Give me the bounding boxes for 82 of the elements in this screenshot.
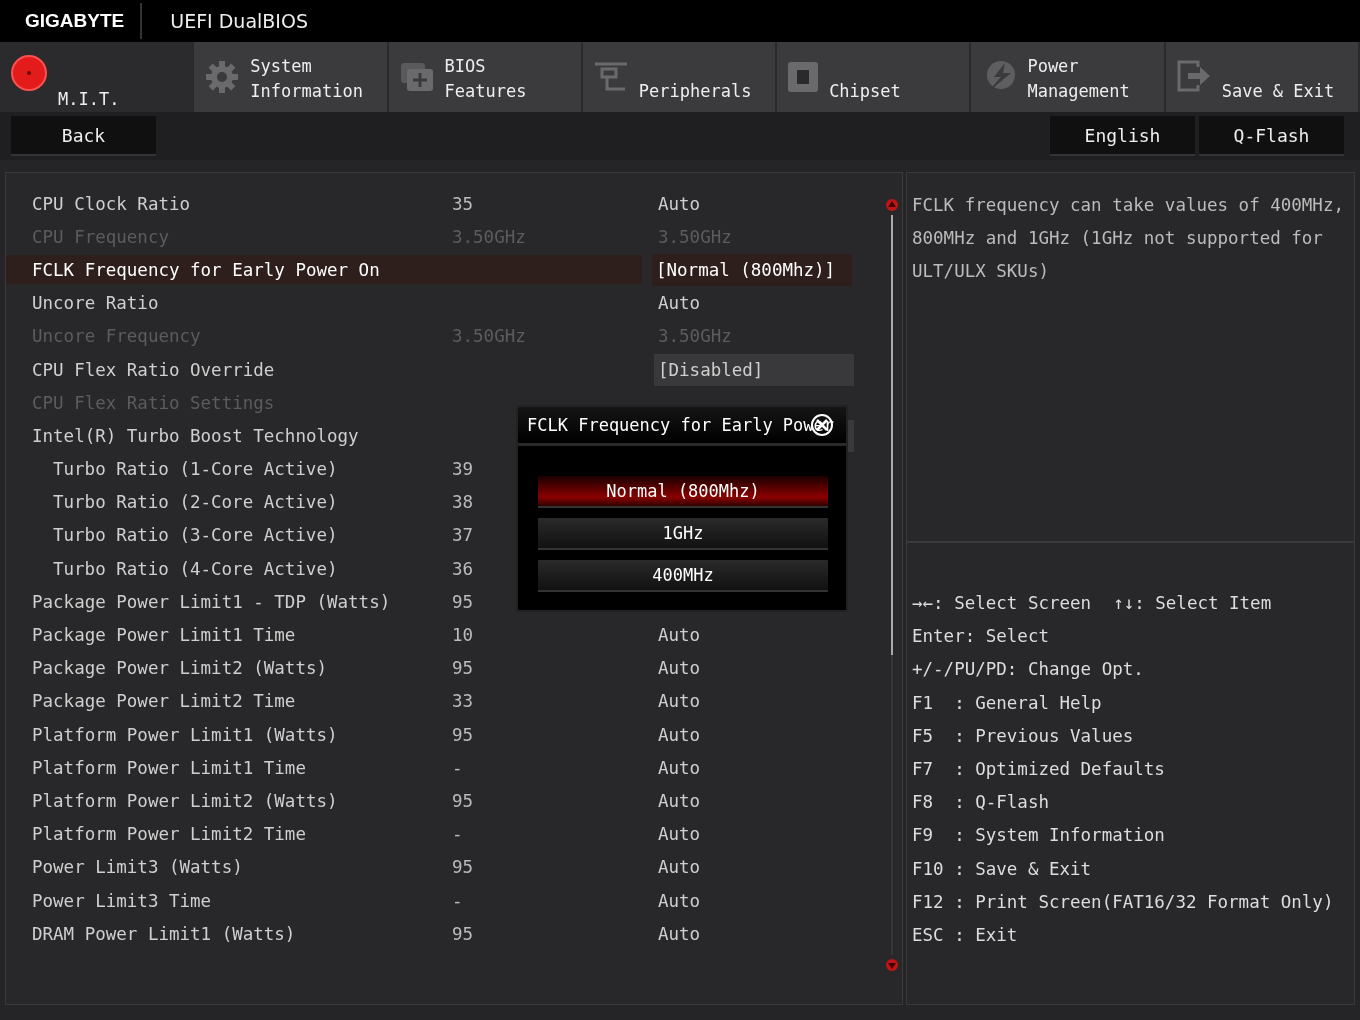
setting-label[interactable]: Power Limit3 Time — [6, 886, 452, 916]
setting-label[interactable]: Platform Power Limit1 (Watts) — [6, 720, 452, 750]
setting-label[interactable]: Turbo Ratio (1-Core Active) — [6, 454, 452, 484]
setting-option[interactable]: Auto — [654, 751, 854, 784]
setting-label[interactable]: Platform Power Limit2 Time — [6, 819, 452, 849]
key-hint: →←: Select Screen — [912, 592, 1092, 615]
setting-option[interactable]: Auto — [654, 718, 854, 751]
setting-option[interactable]: Auto — [654, 685, 854, 718]
option-button[interactable]: 1GHz — [538, 518, 828, 550]
setting-label[interactable]: Package Power Limit1 - TDP (Watts) — [6, 587, 452, 617]
brand-logo: GIGABYTE — [0, 3, 143, 39]
menu-tab[interactable]: BIOS Features — [388, 42, 583, 112]
option-button[interactable]: 400MHz — [538, 560, 828, 592]
setting-label[interactable]: Package Power Limit1 Time — [6, 620, 452, 650]
menu-tab[interactable]: M.I.T. — [0, 42, 195, 112]
setting-value: 95 — [452, 857, 474, 878]
setting-option[interactable]: Auto — [654, 287, 854, 320]
setting-label[interactable]: Turbo Ratio (2-Core Active) — [6, 487, 452, 517]
menu-tab[interactable]: Power Management — [971, 42, 1166, 112]
setting-option[interactable]: Auto — [654, 652, 854, 685]
setting-label[interactable]: Package Power Limit2 Time — [6, 686, 452, 716]
setting-label[interactable]: FCLK Frequency for Early Power On — [6, 255, 642, 285]
toolbar-button[interactable]: English — [1050, 116, 1195, 156]
setting-value: 95 — [452, 658, 474, 679]
dial-icon — [10, 54, 48, 92]
setting-value: 95 — [452, 591, 474, 612]
help-text: FCLK frequency can take values of 400MHz, 800MHz and 1GHz (1GHz not supported for ULT/ULX SKUs) — [912, 195, 1344, 282]
gear-icon — [204, 59, 241, 95]
setting-label[interactable]: Intel(R) Turbo Boost Technology — [6, 421, 452, 451]
setting-label[interactable]: Power Limit3 (Watts) — [6, 852, 452, 882]
setting-value: 33 — [452, 691, 474, 712]
key-hint: F10 : Save & Exit — [912, 857, 1092, 881]
menu-tab[interactable]: Save & Exit — [1165, 42, 1360, 112]
key-hint: F8 : Q-Flash — [912, 791, 1049, 815]
setting-label[interactable]: Turbo Ratio (4-Core Active) — [6, 554, 452, 584]
setting-label[interactable]: Package Power Limit2 (Watts) — [6, 653, 452, 683]
menu-tab[interactable]: Peripherals — [582, 42, 778, 112]
setting-value: 35 — [452, 193, 474, 214]
setting-label[interactable]: Uncore Ratio — [6, 288, 452, 318]
setting-label[interactable]: CPU Clock Ratio — [6, 189, 452, 219]
key-hint: F1 : General Help — [912, 691, 1102, 715]
back-button[interactable]: Back — [11, 116, 156, 156]
setting-option[interactable]: Auto — [654, 784, 854, 817]
setting-value: 37 — [452, 525, 474, 546]
setting-label[interactable]: CPU Flex Ratio Override — [6, 355, 452, 385]
setting-value: 36 — [452, 558, 474, 579]
key-hint: +/-/PU/PD: Change Opt. — [912, 658, 1144, 682]
setting-option[interactable]: Auto — [654, 619, 854, 652]
key-hint: Enter: Select — [912, 625, 1049, 649]
menu-tab[interactable]: System Information — [194, 42, 389, 112]
setting-label[interactable]: Platform Power Limit2 (Watts) — [6, 786, 452, 816]
toolbar-button[interactable]: Q-Flash — [1199, 116, 1344, 156]
setting-label[interactable]: Platform Power Limit1 Time — [6, 753, 452, 783]
setting-value: - — [452, 824, 463, 845]
option-field[interactable]: [Normal (800Mhz)] — [652, 253, 852, 286]
setting-option[interactable]: Auto — [654, 818, 854, 851]
setting-value: 95 — [452, 923, 474, 944]
option-field[interactable]: [Disabled] — [654, 353, 854, 386]
app-title: UEFI DualBIOS — [169, 10, 308, 32]
setting-option[interactable]: Auto — [654, 187, 854, 220]
option-button[interactable]: Normal (800Mhz) — [538, 476, 828, 508]
setting-option[interactable]: Auto — [654, 917, 854, 950]
exit-icon — [1175, 59, 1212, 95]
key-hint: F12 : Print Screen(FAT16/32 Format Only) — [912, 890, 1334, 914]
setting-value: 10 — [452, 625, 474, 646]
setting-option[interactable]: Auto — [654, 851, 854, 884]
setting-value: 95 — [452, 790, 474, 811]
key-hint: F9 : System Information — [912, 824, 1165, 848]
setting-value: 38 — [452, 492, 474, 513]
chip-icon — [787, 61, 820, 93]
key-hint: ESC : Exit — [912, 924, 1018, 948]
setting-value: - — [452, 890, 463, 911]
setting-label[interactable]: DRAM Power Limit1 (Watts) — [6, 919, 452, 949]
key-hint: ↑↓: Select Item — [1113, 592, 1272, 615]
setting-option[interactable]: Auto — [654, 884, 854, 917]
key-hint: F7 : Optimized Defaults — [912, 758, 1165, 781]
setting-value: 39 — [452, 459, 474, 480]
menu-tab[interactable]: Chipset — [777, 42, 972, 112]
setting-value: 95 — [452, 724, 474, 745]
setting-value: - — [452, 757, 463, 778]
key-hint: F5 : Previous Values — [912, 724, 1134, 748]
setting-label[interactable]: Turbo Ratio (3-Core Active) — [6, 520, 452, 550]
